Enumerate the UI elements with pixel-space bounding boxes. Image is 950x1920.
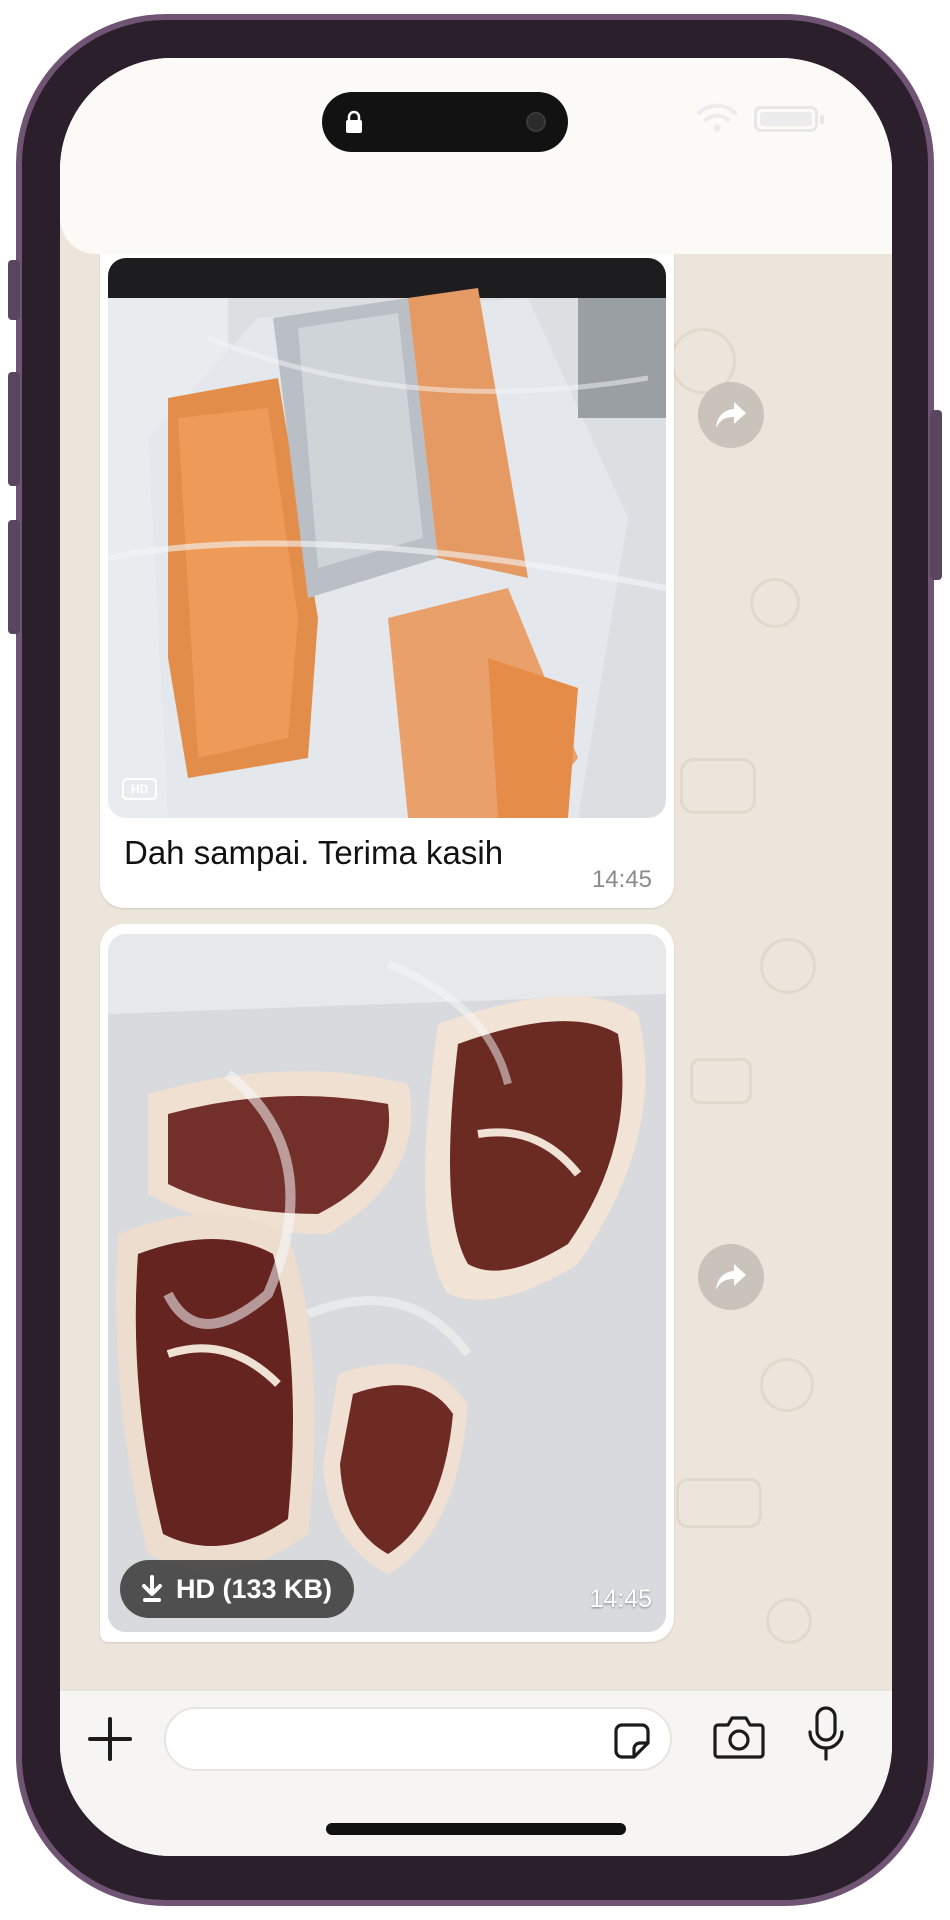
home-indicator[interactable] (326, 1823, 626, 1835)
message-input[interactable] (164, 1707, 672, 1771)
volume-down-button (8, 520, 20, 634)
forward-button[interactable] (698, 1244, 764, 1310)
camera-icon[interactable] (712, 1713, 766, 1761)
front-camera (526, 112, 546, 132)
side-button-left (8, 260, 20, 320)
volume-up-button (8, 372, 20, 486)
forward-button[interactable] (698, 382, 764, 448)
message-time: 14:45 (591, 866, 652, 893)
download-label: HD (133 KB) (176, 1573, 333, 1604)
steak-photo[interactable]: HD (133 KB) 14:45 (108, 934, 666, 1632)
sticker-icon[interactable] (612, 1721, 652, 1761)
plus-icon[interactable] (84, 1713, 136, 1765)
battery-icon (754, 106, 824, 132)
message-caption: Dah sampai. Terima kasih (124, 834, 504, 871)
forward-icon (716, 402, 746, 428)
message-bubble[interactable]: HD Dah sampai. Terima kasih 14:45 (100, 208, 674, 908)
lock-icon (346, 110, 362, 133)
dynamic-island (322, 92, 568, 152)
steak-image (108, 934, 666, 1632)
power-button (930, 410, 942, 580)
hd-badge: HD (122, 778, 158, 800)
salmon-photo[interactable]: HD (108, 258, 666, 818)
mic-icon[interactable] (806, 1705, 846, 1763)
salmon-image (108, 258, 666, 818)
message-bubble[interactable]: HD (133 KB) 14:45 (100, 924, 674, 1642)
message-time: 14:45 (589, 1585, 652, 1613)
forward-icon (716, 1264, 746, 1290)
wifi-icon (697, 103, 737, 132)
chat-header (60, 58, 892, 254)
phone-screen: HD Dah sampai. Terima kasih 14:45 HD (13… (60, 58, 892, 1856)
download-hd-button[interactable]: HD (133 KB) (120, 1560, 355, 1618)
download-icon (142, 1575, 162, 1602)
